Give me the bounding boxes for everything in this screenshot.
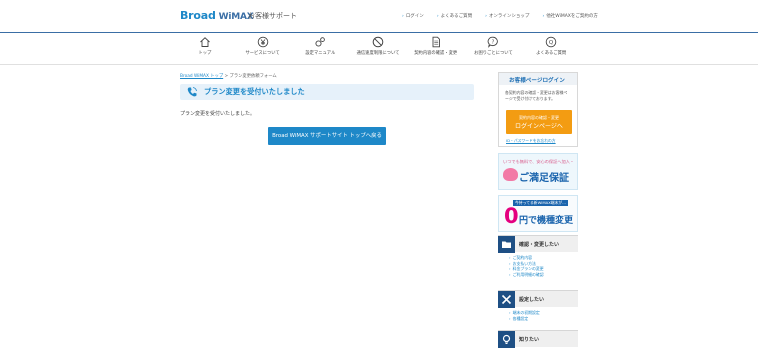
bulb-icon xyxy=(498,331,515,348)
sidebar-link-settings[interactable]: 各種設定 xyxy=(498,316,578,322)
logo[interactable]: Broad WiMAX xyxy=(180,9,254,22)
gnav-item-trouble[interactable]: ? お困りごとについて xyxy=(465,36,523,60)
breadcrumb-current: プラン変更依頼フォーム xyxy=(229,74,277,79)
breadcrumb-separator: > xyxy=(224,74,229,79)
header-link-shop[interactable]: オンラインショップ xyxy=(485,13,530,19)
header-link-other-wimax[interactable]: 他社WiMAXをご契約の方 xyxy=(542,13,598,19)
page-title-bar: プラン変更を受付いたしました xyxy=(180,84,474,100)
restriction-icon xyxy=(372,36,384,48)
gnav-label: トップ xyxy=(198,51,212,56)
gnav-label: よくあるご質問 xyxy=(536,51,567,56)
gnav-item-top[interactable]: トップ xyxy=(176,36,234,60)
banner2-caption: 今持ってる新WiMAX端末が… xyxy=(513,200,568,206)
qa-icon: Q xyxy=(545,36,557,48)
section-title: 知りたい xyxy=(519,337,540,343)
login-page-button[interactable]: 契約内容の確認・変更 ログインページへ xyxy=(506,110,572,134)
nav-divider xyxy=(0,64,758,65)
banner2-title: 円で機種変更 xyxy=(519,216,574,226)
header-link-faq[interactable]: よくあるご質問 xyxy=(437,13,473,19)
sidebar-section-settings: 設定したい xyxy=(498,290,578,308)
document-icon xyxy=(432,36,440,48)
site-header: BroadWiMAX お客様サポート ログイン よくあるご質問 オンラインショッ… xyxy=(0,0,758,33)
section-title: 設定したい xyxy=(519,297,545,303)
section-title: 確認・変更したい xyxy=(519,242,560,248)
banner1-caption: いつでも無料で、安心の保証へ加入・ xyxy=(503,159,575,164)
forgot-password-link[interactable]: ID・パスワードをお忘れの方 xyxy=(506,138,556,144)
global-nav: トップ サービスについて 設定マニュアル 通信速度制限について 契約内容の確認・… xyxy=(176,36,580,60)
login-box: お客様ページログイン 各契約内容の確認・変更はお客様ページで受け付けております。… xyxy=(498,72,578,147)
home-icon xyxy=(200,37,210,47)
gnav-item-contract[interactable]: 契約内容の確認・変更 xyxy=(407,36,465,60)
phone-icon xyxy=(187,87,197,97)
gnav-label: 契約内容の確認・変更 xyxy=(414,51,458,56)
page-title: プラン変更を受付いたしました xyxy=(204,87,305,96)
breadcrumb: Broad WiMAX トップ > プラン変更依頼フォーム xyxy=(180,73,277,79)
gnav-item-speed-limit[interactable]: 通信速度制限について xyxy=(349,36,407,60)
gnav-label: サービスについて xyxy=(245,51,280,56)
gears-icon xyxy=(315,37,326,47)
confirmation-message: プラン変更を受付いたしました。 xyxy=(180,111,256,117)
question-icon: ? xyxy=(488,36,499,48)
sidebar-settings-list: 端末の初期設定 各種設定 xyxy=(498,310,578,322)
header-link-login[interactable]: ログイン xyxy=(402,13,424,19)
back-to-top-button[interactable]: Broad WiMAX サポートサイト トップへ戻る xyxy=(268,127,386,145)
tools-icon xyxy=(498,291,515,308)
login-button-line2: ログインページへ xyxy=(515,123,563,130)
folder-icon xyxy=(498,236,515,253)
login-heading: お客様ページログイン xyxy=(499,73,577,85)
device-change-banner[interactable]: 今持ってる新WiMAX端末が… 0 円で機種変更 xyxy=(498,195,578,232)
login-button-line1: 契約内容の確認・変更 xyxy=(519,115,559,120)
breadcrumb-home-link[interactable]: Broad WiMAX トップ xyxy=(180,74,223,79)
gnav-label: お困りごとについて xyxy=(474,51,513,56)
satisfaction-guarantee-banner[interactable]: いつでも無料で、安心の保証へ加入・ ご満足保証 xyxy=(498,153,578,190)
logo-broad: Broad xyxy=(180,9,216,22)
gnav-label: 通信速度制限について xyxy=(356,51,400,56)
sidebar-section-learn: 知りたい xyxy=(498,330,578,348)
sidebar-section-confirm: 確認・変更したい xyxy=(498,235,578,253)
gnav-item-faq[interactable]: Q よくあるご質問 xyxy=(522,36,580,60)
sidebar-link-usage[interactable]: ご利用明細の確認 xyxy=(498,272,578,278)
gnav-item-manual[interactable]: 設定マニュアル xyxy=(291,36,349,60)
banner2-zero: 0 xyxy=(504,204,519,228)
banner1-title: ご満足保証 xyxy=(519,173,569,184)
sidebar-confirm-list: ご契約内容 お支払い方法 料金プランの変更 ご利用明細の確認 xyxy=(498,255,578,278)
yen-icon xyxy=(257,36,268,48)
gnav-label: 設定マニュアル xyxy=(305,51,336,56)
svg-text:Q: Q xyxy=(549,40,554,46)
svg-text:?: ? xyxy=(492,40,495,46)
gnav-item-service[interactable]: サービスについて xyxy=(234,36,292,60)
heart-icon xyxy=(503,168,518,181)
header-links: ログイン よくあるご質問 オンラインショップ 他社WiMAXをご契約の方 xyxy=(402,13,598,19)
login-description: 各契約内容の確認・変更はお客様ページで受け付けております。 xyxy=(505,90,568,101)
logo-subtitle: お客様サポート xyxy=(248,12,297,20)
